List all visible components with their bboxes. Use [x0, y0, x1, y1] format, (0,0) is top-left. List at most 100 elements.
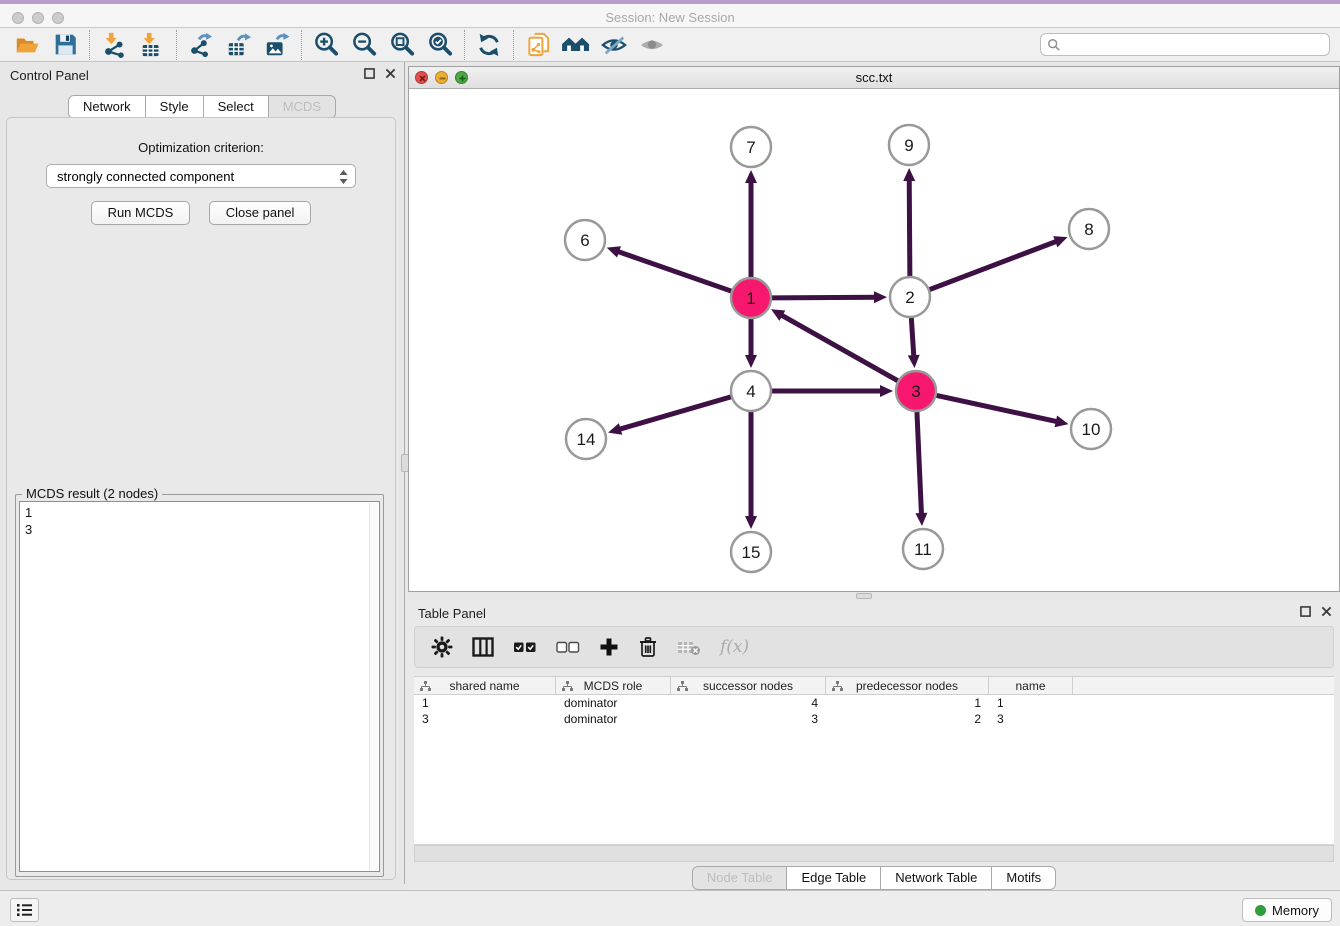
table-panel-close-button[interactable] [1321, 606, 1332, 617]
cell-predecessor-nodes[interactable]: 2 [826, 711, 989, 727]
edge-2-9[interactable] [909, 177, 910, 276]
window-titlebar: Session: New Session [0, 0, 1340, 28]
arrowhead-4-3 [880, 385, 893, 397]
cell-mcds-role[interactable]: dominator [556, 695, 671, 711]
column-header-predecessor-nodes[interactable]: predecessor nodes [826, 676, 989, 695]
main-toolbar [0, 28, 1340, 62]
control-panel-close-button[interactable] [385, 68, 396, 79]
delete-rows-button[interactable] [638, 636, 658, 658]
zoom-fit-content-button[interactable] [383, 30, 421, 60]
export-network-button[interactable] [182, 30, 220, 60]
zoom-selected-button[interactable] [421, 30, 459, 60]
table-panel-header: Table Panel [408, 600, 1340, 626]
save-session-button[interactable] [46, 30, 84, 60]
column-header-name[interactable]: name [989, 676, 1073, 695]
create-column-button[interactable] [599, 637, 619, 657]
show-hide-graphics-details-button[interactable] [595, 30, 633, 60]
export-table-icon [226, 32, 252, 58]
node-label-14: 14 [577, 430, 596, 449]
network-view-window: scc.txt 7968124314101511 [408, 66, 1340, 592]
column-header-shared-name[interactable]: shared name [414, 676, 556, 695]
show-columns-button[interactable] [472, 637, 494, 657]
memory-button[interactable]: Memory [1242, 898, 1332, 922]
column-header-successor-nodes[interactable]: successor nodes [671, 676, 826, 695]
close-panel-button[interactable]: Close panel [209, 201, 312, 225]
import-table-icon [139, 32, 165, 58]
export-table-button[interactable] [220, 30, 258, 60]
search-input[interactable] [1066, 37, 1323, 53]
export-network-icon [188, 32, 214, 58]
cell-shared-name[interactable]: 1 [414, 695, 556, 711]
run-mcds-button[interactable]: Run MCDS [91, 201, 191, 225]
import-table-button[interactable] [133, 30, 171, 60]
export-image-button[interactable] [258, 30, 296, 60]
control-tab-style[interactable]: Style [145, 95, 204, 119]
table-panel: Table Panel f(x) shared nameMCDS rolesuc… [408, 600, 1340, 890]
table-tab-edge-table[interactable]: Edge Table [786, 866, 881, 890]
node-label-1: 1 [746, 289, 755, 308]
cell-shared-name[interactable]: 3 [414, 711, 556, 727]
gear-icon [431, 636, 453, 658]
cell-successor-nodes[interactable]: 4 [671, 695, 826, 711]
control-tab-select[interactable]: Select [203, 95, 269, 119]
network-window-titlebar[interactable]: scc.txt [409, 67, 1339, 89]
eye-slash-icon [600, 32, 628, 58]
panel-splitter-horizontal[interactable] [408, 592, 1340, 600]
select-all-button[interactable] [513, 640, 537, 654]
import-network-button[interactable] [95, 30, 133, 60]
plus-icon [599, 637, 619, 657]
cell-mcds-role[interactable]: dominator [556, 711, 671, 727]
home-button[interactable] [557, 30, 595, 60]
toolbar-separator [176, 30, 177, 60]
table-panel-float-button[interactable] [1300, 606, 1311, 617]
unselect-all-button[interactable] [556, 640, 580, 654]
zoom-out-button[interactable] [345, 30, 383, 60]
control-tab-mcds[interactable]: MCDS [268, 95, 336, 119]
cell-predecessor-nodes[interactable]: 1 [826, 695, 989, 711]
table-settings-button[interactable] [431, 636, 453, 658]
edge-3-11[interactable] [917, 412, 922, 517]
arrowhead-2-9 [903, 168, 915, 181]
open-session-button[interactable] [8, 30, 46, 60]
splitter-handle[interactable] [856, 593, 872, 599]
table-scrollbar-track[interactable] [414, 845, 1334, 862]
zoom-in-icon [313, 31, 340, 58]
network-canvas[interactable]: 7968124314101511 [409, 89, 1339, 591]
cell-name[interactable]: 1 [989, 695, 1073, 711]
edge-1-6[interactable] [615, 251, 731, 292]
clone-network-button[interactable] [519, 30, 557, 60]
cell-successor-nodes[interactable]: 3 [671, 711, 826, 727]
edge-1-2[interactable] [772, 297, 878, 298]
table-tab-node-table[interactable]: Node Table [692, 866, 788, 890]
mcds-result-textarea[interactable]: 1 3 [19, 501, 380, 872]
task-history-button[interactable] [10, 898, 39, 922]
trash-icon [638, 636, 658, 658]
node-label-10: 10 [1082, 420, 1101, 439]
open-folder-icon [14, 32, 40, 58]
node-label-2: 2 [905, 288, 914, 307]
control-panel-float-button[interactable] [364, 68, 375, 79]
arrowhead-4-15 [745, 516, 757, 529]
node-label-6: 6 [580, 231, 589, 250]
table-header-row: shared nameMCDS rolesuccessor nodesprede… [414, 676, 1334, 695]
optimization-criterion-select[interactable]: strongly connected component [46, 164, 356, 188]
zoom-in-button[interactable] [307, 30, 345, 60]
zoom-selected-icon [427, 31, 454, 58]
cell-name[interactable]: 3 [989, 711, 1073, 727]
mcds-result-lines: 1 3 [20, 502, 379, 540]
show-hide-annotations-button [633, 30, 671, 60]
column-header-mcds-role[interactable]: MCDS role [556, 676, 671, 695]
search-field[interactable] [1040, 33, 1330, 56]
edge-2-3[interactable] [911, 318, 914, 359]
result-scrollbar[interactable] [369, 503, 378, 870]
control-tab-network[interactable]: Network [68, 95, 146, 119]
edge-3-10[interactable] [937, 395, 1060, 422]
table-tab-motifs[interactable]: Motifs [991, 866, 1056, 890]
table-row[interactable]: 1dominator411 [414, 695, 1334, 711]
edge-4-14[interactable] [617, 397, 731, 430]
edge-3-1[interactable] [779, 314, 898, 381]
refresh-button[interactable] [470, 30, 508, 60]
table-tab-network-table[interactable]: Network Table [880, 866, 992, 890]
edge-2-8[interactable] [930, 240, 1059, 289]
table-row[interactable]: 3dominator323 [414, 711, 1334, 727]
